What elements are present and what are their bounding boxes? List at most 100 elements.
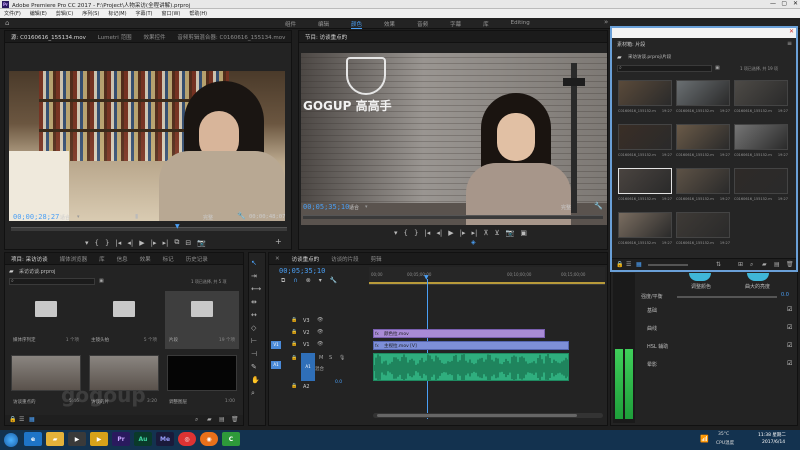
add-marker-icon[interactable]: ▾ bbox=[85, 239, 89, 247]
mark-in-icon[interactable]: { bbox=[95, 239, 99, 247]
track-lock-icon[interactable]: 🔒 bbox=[291, 341, 297, 347]
menu-file[interactable]: 文件(F) bbox=[4, 10, 21, 17]
home-icon[interactable]: ⌂ bbox=[5, 19, 9, 27]
project-lock-icon[interactable]: 🔒 bbox=[9, 416, 16, 423]
bin-clip-item[interactable]: C0160616_155152.mov 19:27 bbox=[618, 212, 672, 252]
bin-automate-icon[interactable]: ⊞ bbox=[738, 261, 743, 268]
taskbar-premiere-icon[interactable]: Pr bbox=[112, 432, 130, 446]
bin-clip-item[interactable]: C0160616_155152.mov 19:27 bbox=[676, 124, 730, 164]
source-playhead-icon[interactable]: ▼ bbox=[175, 223, 180, 230]
add-marker-timeline-icon[interactable]: ▾ bbox=[319, 277, 322, 285]
maximize-button[interactable]: ▢ bbox=[781, 0, 787, 7]
bin-find-icon[interactable]: ⌕ bbox=[750, 261, 753, 269]
timeline-hscroll[interactable] bbox=[373, 413, 603, 418]
timeline-ruler[interactable]: 00;00 00;05;00;00 00;10;00;00 00;15;00;0… bbox=[369, 267, 605, 285]
start-button[interactable] bbox=[4, 433, 18, 447]
export-frame-icon[interactable]: 📷 bbox=[197, 239, 206, 247]
bin-clip-item[interactable]: C0160616_155152.mov 19:27 bbox=[676, 168, 730, 208]
project-icon-view-icon[interactable]: ▦ bbox=[29, 416, 35, 423]
bin-clip-item[interactable]: C0160616_155152.mov 19:27 bbox=[676, 212, 730, 252]
workspace-titles[interactable]: 字幕 bbox=[450, 20, 461, 29]
slide-tool-icon[interactable]: ⊣ bbox=[251, 350, 261, 358]
source-timecode-in[interactable]: 00;00;28;27 bbox=[13, 213, 59, 221]
close-button[interactable]: ✕ bbox=[793, 0, 798, 7]
tab-sequence-main[interactable]: 访谈重点的 bbox=[286, 255, 326, 263]
bin-trash-icon[interactable]: 🗑 bbox=[786, 261, 794, 268]
timeline-timecode[interactable]: 00;05;35;10 bbox=[279, 267, 325, 275]
tab-sequence-edit[interactable]: 剪辑 bbox=[365, 255, 388, 263]
step-forward-icon[interactable]: |▸ bbox=[151, 239, 157, 247]
workspace-libraries[interactable]: 库 bbox=[483, 20, 489, 29]
lumetri-slider-value[interactable]: 0.0 bbox=[781, 292, 789, 298]
taskbar-audition-icon[interactable]: Au bbox=[134, 432, 152, 446]
program-timecode[interactable]: 00;05;35;10 bbox=[303, 203, 349, 211]
project-bin-item[interactable]: 媒体序列定 1 个项 bbox=[9, 291, 83, 349]
extract-icon[interactable]: ⊻ bbox=[494, 229, 499, 237]
bin-menu-icon[interactable]: ≡ bbox=[787, 40, 792, 47]
lumetri-section-hsl[interactable]: HSL 辅助 bbox=[647, 343, 668, 350]
taskbar-ie-icon[interactable]: e bbox=[24, 432, 42, 446]
program-fit-dropdown[interactable]: 适合 bbox=[349, 204, 359, 211]
menu-help[interactable]: 帮助(H) bbox=[189, 10, 207, 17]
timeline-settings-icon[interactable]: 🔧 bbox=[330, 277, 337, 285]
lumetri-section-basic[interactable]: 基础 bbox=[647, 307, 657, 314]
menu-sequence[interactable]: 序列(S) bbox=[82, 10, 99, 17]
bin-search-input[interactable]: ⌕ bbox=[617, 65, 712, 72]
source-settings-icon[interactable]: 🔧 bbox=[237, 212, 246, 220]
workspace-color[interactable]: 颜色 bbox=[351, 20, 363, 29]
track-lock-icon[interactable]: 🔒 bbox=[291, 383, 297, 389]
tab-info[interactable]: 信息 bbox=[111, 255, 134, 263]
workspace-effects[interactable]: 效果 bbox=[384, 20, 395, 29]
mute-icon[interactable]: M bbox=[319, 355, 323, 361]
tab-history[interactable]: 历史记录 bbox=[180, 255, 214, 263]
linked-selection-icon[interactable]: ⊗ bbox=[306, 277, 311, 285]
bin-clip-item[interactable]: C0160616_155152.mov 19:27 bbox=[676, 80, 730, 120]
go-to-out-icon[interactable]: ▸| bbox=[162, 239, 168, 247]
tab-project[interactable]: 项目: 采访访谈 bbox=[5, 255, 54, 263]
taskbar-explorer-icon[interactable]: ▰ bbox=[46, 432, 64, 446]
project-newbin-footer-icon[interactable]: ▰ bbox=[207, 416, 212, 423]
lift-icon[interactable]: ⊼ bbox=[483, 229, 488, 237]
project-search-input[interactable]: ⌕ bbox=[9, 278, 95, 285]
clock-date[interactable]: 2017/6/14 bbox=[762, 440, 785, 445]
track-lock-icon[interactable]: 🔒 bbox=[291, 329, 297, 335]
lumetri-section-vignette[interactable]: 晕影 bbox=[647, 361, 657, 368]
workspace-editing-en[interactable]: Editing bbox=[511, 20, 530, 29]
voiceover-icon[interactable]: 🎙 bbox=[339, 355, 345, 361]
source-quality-dropdown[interactable]: 完整 bbox=[203, 214, 213, 221]
comparison-view-icon[interactable]: ▣ bbox=[520, 229, 527, 237]
project-bin-item[interactable]: 主镜头拍 5 个项 bbox=[87, 291, 161, 349]
program-video-frame[interactable]: GOGUP 高高手 bbox=[301, 53, 607, 225]
snap-icon[interactable]: ∩ bbox=[293, 277, 297, 285]
bin-clip-item[interactable]: C0160616_155152.mov 19:27 bbox=[734, 168, 788, 208]
rate-stretch-tool-icon[interactable]: ↔ bbox=[251, 311, 261, 319]
source-marker-icon[interactable]: ▮ bbox=[135, 213, 138, 220]
bin-clip-item[interactable]: C0160616_155152.mov 19:27 bbox=[734, 80, 788, 120]
source-add-button-icon[interactable]: + bbox=[275, 237, 282, 246]
track-source-a1[interactable]: A1 bbox=[271, 361, 281, 369]
taskbar-firefox-icon[interactable]: ◉ bbox=[200, 432, 218, 446]
mix-value[interactable]: 0.0 bbox=[335, 380, 342, 385]
tray-network-icon[interactable]: 📶 bbox=[700, 435, 709, 443]
menu-clip[interactable]: 剪辑(C) bbox=[56, 10, 73, 17]
program-settings-icon[interactable]: 🔧 bbox=[594, 202, 603, 210]
taskbar-chrome-icon[interactable]: ◎ bbox=[178, 432, 196, 446]
bin-new-bin-icon[interactable]: ▣ bbox=[715, 65, 720, 71]
tab-effects[interactable]: 效果 bbox=[134, 255, 157, 263]
workspace-audio[interactable]: 音频 bbox=[417, 20, 428, 29]
clip-a1[interactable] bbox=[373, 353, 569, 381]
playhead-handle-icon[interactable]: ▼ bbox=[424, 274, 429, 281]
bin-clip-item[interactable]: C0160616_155152.mov 19:27 bbox=[618, 124, 672, 164]
bin-clip-item[interactable]: C0160616_155152.mov 19:27 bbox=[618, 80, 672, 120]
bin-clip-item[interactable]: C0160616_155152.mov 19:27 bbox=[734, 124, 788, 164]
insert-icon[interactable]: ⧉ bbox=[174, 238, 179, 247]
source-scrubber[interactable] bbox=[11, 227, 287, 231]
razor-tool-icon[interactable]: ◇ bbox=[251, 324, 261, 332]
workspace-more-icon[interactable]: » bbox=[604, 18, 608, 26]
program-step-forward-icon[interactable]: |▸ bbox=[460, 229, 466, 237]
go-to-in-icon[interactable]: |◂ bbox=[115, 239, 121, 247]
play-icon[interactable]: ▶ bbox=[139, 239, 144, 247]
program-play-icon[interactable]: ▶ bbox=[448, 229, 453, 237]
bin-list-view-icon[interactable]: ☰ bbox=[626, 261, 631, 268]
rolling-edit-tool-icon[interactable]: ⇹ bbox=[251, 298, 261, 306]
